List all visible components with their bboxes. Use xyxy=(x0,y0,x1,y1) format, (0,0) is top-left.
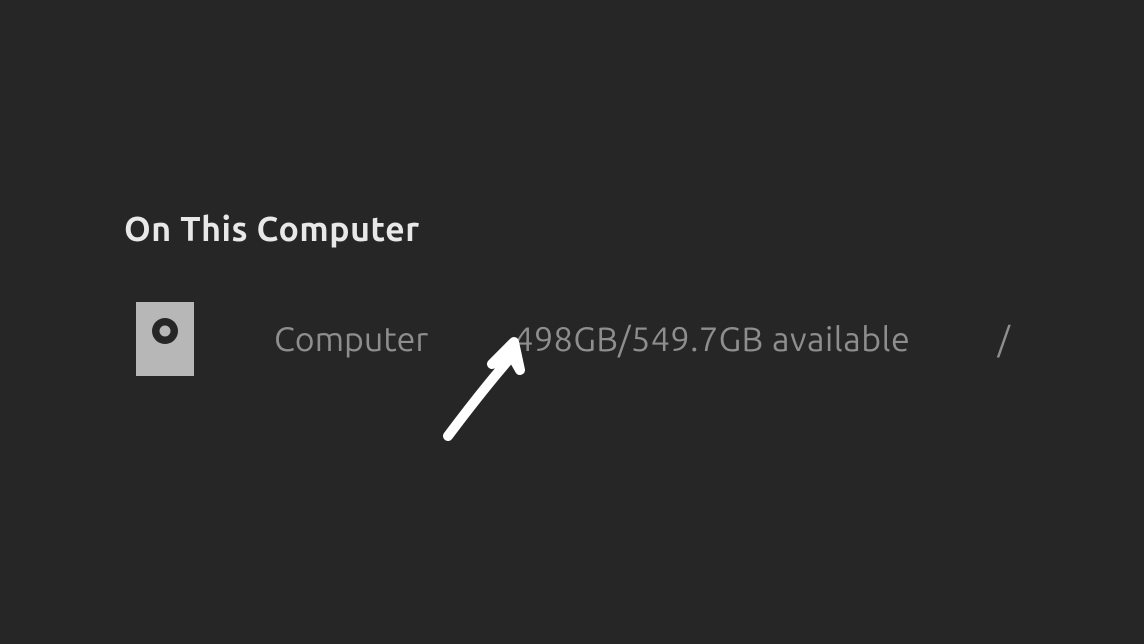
disk-icon xyxy=(136,302,194,376)
disk-row[interactable]: Computer 498GB/549.7GB available / xyxy=(136,302,1036,376)
disk-name: Computer xyxy=(274,320,428,358)
disk-storage: 498GB/549.7GB available xyxy=(514,320,910,358)
section-title: On This Computer xyxy=(124,210,420,248)
disk-mount: / xyxy=(997,320,1036,358)
